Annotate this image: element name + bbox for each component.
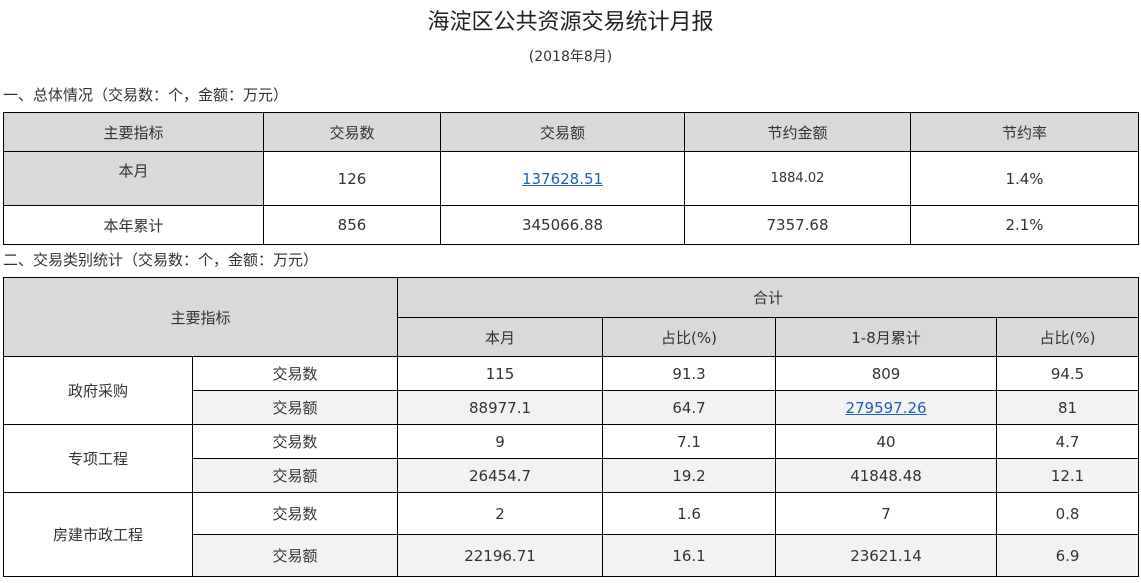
table-cell: 1.4%: [910, 151, 1139, 206]
overall-table: 主要指标 交易数 交易额 节约金额 节约率 本月 126 137628.51 1…: [3, 112, 1139, 245]
table-cell: 115: [397, 356, 604, 391]
page-subtitle: (2018年8月): [528, 49, 613, 65]
column-header: 主要指标: [3, 112, 264, 152]
category-label: 政府采购: [3, 356, 193, 425]
table-cell: 81: [996, 390, 1140, 425]
table-cell: 4.7: [996, 424, 1140, 459]
table-row: 专项工程 交易数 9 7.1 40 4.7: [3, 424, 1140, 493]
table-cell-link: 137628.51: [440, 151, 685, 206]
table-cell: 88977.1: [397, 390, 604, 425]
table-cell: 94.5: [996, 356, 1140, 391]
metric-label: 交易数: [191, 356, 399, 391]
table-cell: 1.6: [602, 492, 777, 535]
table-cell: 64.7: [602, 390, 777, 425]
section-title-overall: 一、总体情况（交易数：个，金额：万元）: [3, 86, 289, 104]
table-cell: 41848.48: [775, 458, 998, 493]
column-header: 交易数: [263, 112, 441, 152]
section-title-category: 二、交易类别统计（交易数：个，金额：万元）: [3, 251, 319, 269]
table-cell: 6.9: [996, 534, 1140, 577]
table-cell: 2.1%: [910, 205, 1139, 245]
table-cell: 7.1: [602, 424, 777, 459]
page-title: 海淀区公共资源交易统计月报: [427, 10, 714, 35]
table-cell-link: 279597.26: [775, 390, 998, 425]
column-header: 占比(%): [996, 317, 1140, 357]
table-cell: 1884.02: [684, 151, 911, 206]
amount-link[interactable]: 137628.51: [522, 170, 603, 188]
table-cell: 22196.71: [397, 534, 604, 577]
category-label: 专项工程: [3, 424, 193, 493]
table-row: 房建市政工程 交易数 2 1.6 7 0.8: [3, 492, 1140, 577]
table-cell: 0.8: [996, 492, 1140, 535]
table-cell: 126: [263, 151, 441, 206]
table-cell: 9: [397, 424, 604, 459]
column-header: 交易额: [440, 112, 685, 152]
table-cell: 26454.7: [397, 458, 604, 493]
row-label: 本月: [3, 151, 264, 206]
column-header: 本月: [397, 317, 604, 357]
column-header-total: 合计: [397, 277, 1140, 318]
table-cell: 7: [775, 492, 998, 535]
table-cell: 345066.88: [440, 205, 685, 245]
table-header-row: 主要指标 交易数 交易额 节约金额 节约率: [3, 112, 1139, 152]
table-cell: 2: [397, 492, 604, 535]
metric-label: 交易额: [191, 390, 399, 425]
table-row: 本月 126 137628.51 1884.02 1.4%: [3, 151, 1139, 206]
table-cell: 809: [775, 356, 998, 391]
table-cell: 40: [775, 424, 998, 459]
category-label: 房建市政工程: [3, 492, 193, 577]
category-table: 主要指标 合计 本月 占比(%) 1-8月累计 占比(%) 政府采购 交易数 1…: [2, 277, 1140, 577]
column-header: 节约金额: [684, 112, 911, 152]
table-header-row: 主要指标 合计: [2, 277, 1140, 357]
row-label: 本年累计: [3, 205, 264, 245]
metric-label: 交易额: [191, 534, 399, 577]
table-cell: 91.3: [602, 356, 777, 391]
metric-label: 交易数: [191, 492, 399, 535]
amount-link[interactable]: 279597.26: [845, 399, 926, 417]
column-header: 节约率: [910, 112, 1139, 152]
table-row: 本年累计 856 345066.88 7357.68 2.1%: [3, 205, 1139, 245]
table-row: 政府采购 交易数 115 91.3 809 94.5: [3, 356, 1140, 425]
column-header: 主要指标: [2, 277, 399, 357]
table-cell: 12.1: [996, 458, 1140, 493]
column-header: 1-8月累计: [775, 317, 998, 357]
metric-label: 交易数: [191, 424, 399, 459]
table-cell: 16.1: [602, 534, 777, 577]
column-header: 占比(%): [602, 317, 777, 357]
table-cell: 19.2: [602, 458, 777, 493]
table-cell: 7357.68: [684, 205, 911, 245]
table-cell: 856: [263, 205, 441, 245]
table-cell: 23621.14: [775, 534, 998, 577]
metric-label: 交易额: [191, 458, 399, 493]
